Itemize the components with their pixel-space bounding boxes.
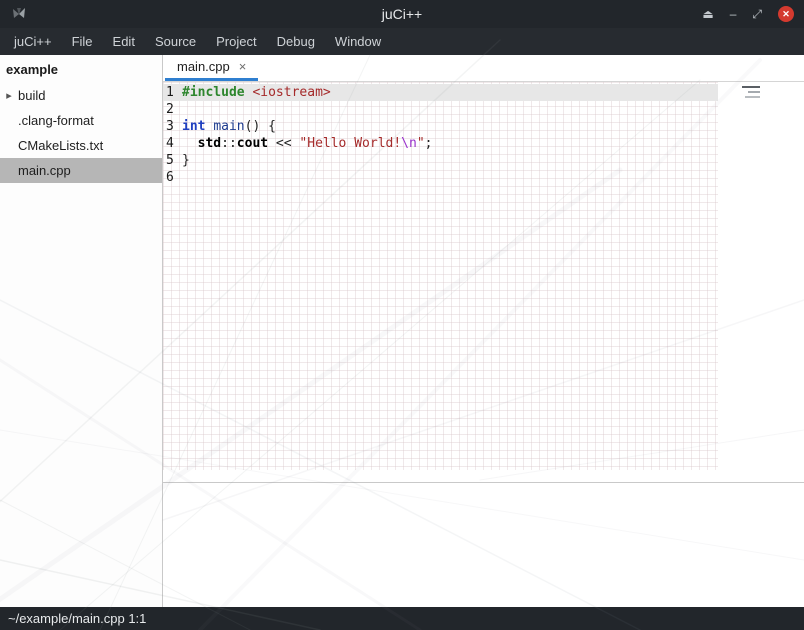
- menu-item-edit[interactable]: Edit: [103, 28, 145, 55]
- tab-close-icon[interactable]: ×: [239, 59, 247, 74]
- app-logo-icon: [10, 5, 28, 23]
- editor-column: main.cpp × 1 #include <iostream> 23 int mai…: [163, 55, 804, 607]
- restore-icon[interactable]: ⤢: [752, 6, 762, 22]
- token-header: <iostream>: [252, 85, 330, 100]
- minimap: [742, 86, 760, 98]
- tree-item-label: CMakeLists.txt: [18, 138, 103, 153]
- menubar: juCi++FileEditSourceProjectDebugWindow: [0, 28, 804, 55]
- code-line-6[interactable]: 6: [163, 169, 718, 186]
- tab-label: main.cpp: [177, 59, 230, 74]
- code-line-3[interactable]: 3 int main() {: [163, 118, 718, 135]
- token-fn: main: [213, 119, 244, 134]
- tree-item-label: .clang-format: [18, 113, 94, 128]
- tree-item-main-cpp[interactable]: main.cpp: [0, 158, 162, 183]
- token-ns: cout: [237, 136, 268, 151]
- token-str: "Hello World!: [299, 136, 401, 151]
- token-esc: \n: [401, 136, 417, 151]
- menu-item-window[interactable]: Window: [325, 28, 391, 55]
- app-window: juCi++ ⏏–⤢✕ juCi++FileEditSourceProjectD…: [0, 0, 804, 630]
- minimap-line: [745, 96, 760, 98]
- code-text: int main() {: [182, 118, 276, 135]
- token-include: #include: [182, 85, 245, 100]
- menu-item-juci[interactable]: juCi++: [4, 28, 62, 55]
- code-editor[interactable]: 1#include <iostream>23int main() {4 std:…: [163, 82, 804, 482]
- minimap-line: [742, 86, 760, 88]
- menu-item-debug[interactable]: Debug: [267, 28, 325, 55]
- window-controls: ⏏ –⤢ ✕: [702, 6, 794, 22]
- token-kw: int: [182, 119, 205, 134]
- window-title: juCi++: [0, 6, 804, 22]
- tree-item-label: build: [18, 88, 45, 103]
- line-number: 3: [166, 118, 177, 135]
- line-number: 1: [166, 84, 177, 101]
- editor-text-area[interactable]: 1#include <iostream>23int main() {4 std:…: [163, 82, 718, 470]
- menu-item-file[interactable]: File: [62, 28, 103, 55]
- menu-item-project[interactable]: Project: [206, 28, 266, 55]
- token-plain: ;: [425, 136, 433, 151]
- minimap-line: [748, 91, 760, 93]
- content: example ▸build .clang-format CMakeLists.tx…: [0, 55, 804, 607]
- code-line-2[interactable]: 2: [163, 101, 718, 118]
- code-text: std::cout << "Hello World!\n";: [182, 135, 432, 152]
- close-icon[interactable]: ✕: [778, 6, 794, 22]
- tabbar: main.cpp ×: [163, 55, 804, 82]
- code-line-4[interactable]: 4 std::cout << "Hello World!\n";: [163, 135, 718, 152]
- token-plain: [182, 136, 198, 151]
- line-number: 2: [166, 101, 177, 118]
- token-str: ": [417, 136, 425, 151]
- expander-icon[interactable]: ▸: [0, 89, 18, 102]
- line-number: 5: [166, 152, 177, 169]
- code-line-1[interactable]: 1 #include <iostream>: [163, 84, 718, 101]
- eject-icon[interactable]: ⏏: [702, 6, 713, 22]
- token-plain: ::: [221, 136, 237, 151]
- status-file-position: ~/example/main.cpp 1:1: [8, 611, 146, 626]
- token-ns: std: [198, 136, 221, 151]
- tree-item-label: main.cpp: [18, 163, 71, 178]
- titlebar: juCi++ ⏏ –⤢ ✕: [0, 0, 804, 28]
- code-line-5[interactable]: 5}: [163, 152, 718, 169]
- code-lines: 1#include <iostream>23int main() {4 std:…: [163, 82, 718, 186]
- minimize-icon[interactable]: –: [730, 6, 737, 22]
- tree-item-cmakelists-txt[interactable]: CMakeLists.txt: [0, 133, 162, 158]
- menu-item-source[interactable]: Source: [145, 28, 206, 55]
- tab-main-cpp[interactable]: main.cpp ×: [165, 55, 258, 81]
- code-text: #include <iostream>: [182, 84, 331, 101]
- output-panel[interactable]: [163, 482, 804, 607]
- line-number: 6: [166, 169, 177, 186]
- file-browser-sidebar: example ▸build .clang-format CMakeLists.tx…: [0, 55, 163, 607]
- file-tree: ▸build .clang-format CMakeLists.txt main.cp…: [0, 83, 162, 183]
- code-text: }: [182, 152, 190, 169]
- tree-item--clang-format[interactable]: .clang-format: [0, 108, 162, 133]
- line-number: 4: [166, 135, 177, 152]
- statusbar: ~/example/main.cpp 1:1: [0, 607, 804, 630]
- token-plain: <<: [268, 136, 299, 151]
- tree-item-build[interactable]: ▸build: [0, 83, 162, 108]
- project-root-label: example: [0, 55, 162, 83]
- token-plain: () {: [245, 119, 276, 134]
- token-plain: }: [182, 153, 190, 168]
